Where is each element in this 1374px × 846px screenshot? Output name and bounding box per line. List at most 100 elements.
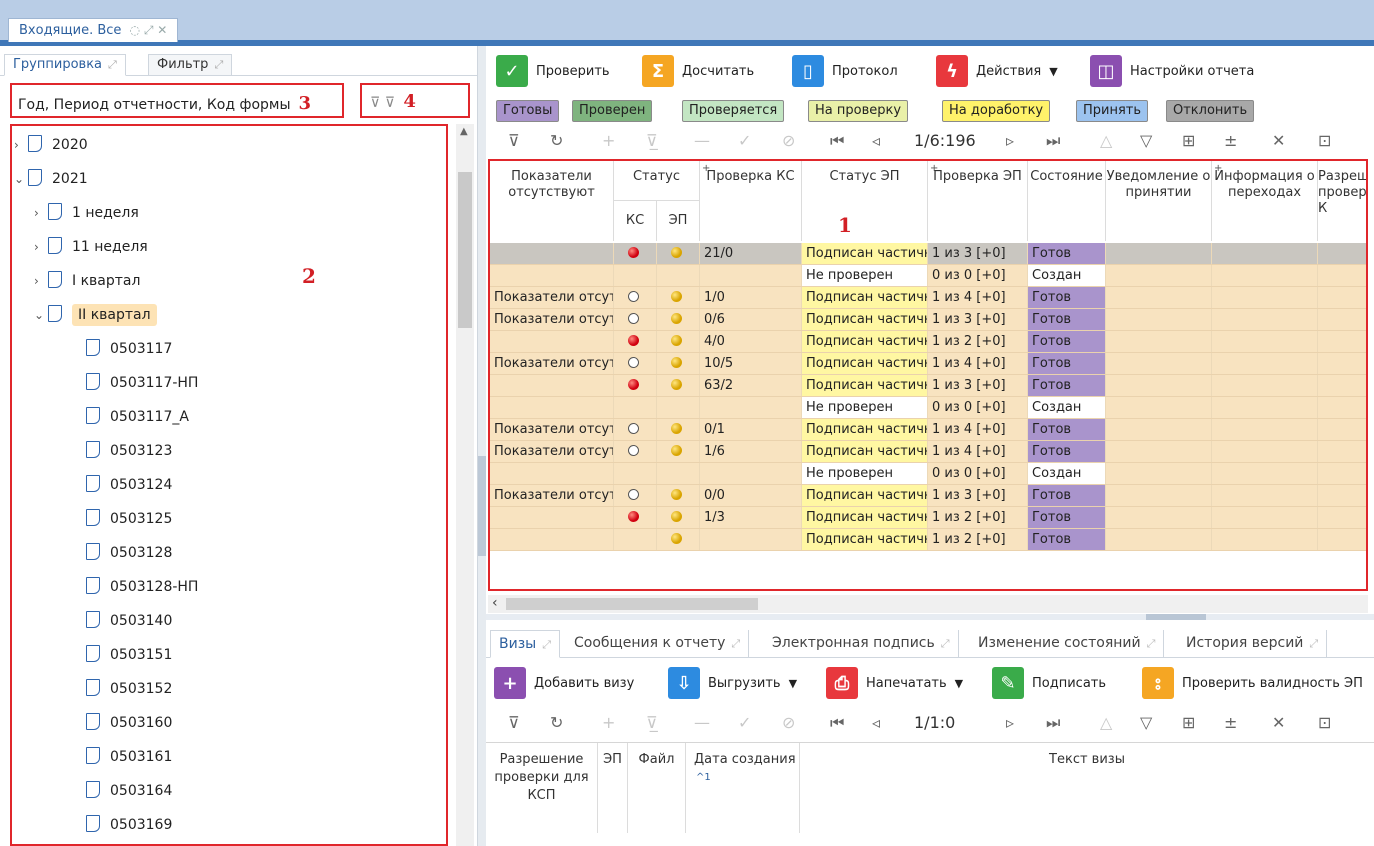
- tab-grouping[interactable]: Группировка ⤢: [4, 54, 126, 76]
- table-row[interactable]: Не проверен 0 из 0 [+0] Создан: [490, 397, 1366, 419]
- scrollbar-thumb[interactable]: [506, 598, 758, 610]
- close-icon[interactable]: ✕: [1272, 131, 1285, 150]
- table-row[interactable]: Показатели отсутствуют 0/6Подписан частич…: [490, 309, 1366, 331]
- add-icon[interactable]: +: [930, 161, 938, 177]
- table-row[interactable]: Показатели отсутствуют 1/6Подписан частич…: [490, 441, 1366, 463]
- tree-node[interactable]: 0503161: [72, 740, 172, 774]
- tree-node[interactable]: 0503117-НП: [72, 366, 198, 400]
- sort-up-icon[interactable]: △: [1100, 713, 1112, 732]
- tree-node[interactable]: 0503152: [72, 672, 172, 706]
- tree-node[interactable]: 0503117_А: [72, 400, 189, 434]
- tree-node[interactable]: › I квартал: [34, 264, 140, 298]
- tree-node[interactable]: › 11 неделя: [34, 230, 148, 264]
- tab-0[interactable]: Визы ⤢: [490, 630, 561, 658]
- col-header-ks[interactable]: КС: [614, 201, 657, 241]
- col-header-visa-ep[interactable]: ЭП: [598, 743, 628, 833]
- add-icon[interactable]: +: [602, 131, 615, 150]
- cancel-icon[interactable]: ⊘: [782, 131, 795, 150]
- tree-node[interactable]: 0503128-НП: [72, 570, 198, 604]
- refresh-icon[interactable]: ↻: [550, 131, 563, 150]
- tree-node[interactable]: 0503125: [72, 502, 172, 536]
- chevron-right-icon[interactable]: ›: [34, 230, 48, 264]
- filter-clear-icon[interactable]: ⊽̲: [646, 713, 658, 732]
- plus-minus-icon[interactable]: ±: [1224, 131, 1237, 150]
- col-header-visa-text[interactable]: Текст визы: [800, 743, 1374, 833]
- grid-layout-icon[interactable]: ⊞: [1182, 131, 1195, 150]
- first-page-icon[interactable]: ⏮: [830, 131, 844, 151]
- tree-node[interactable]: 0503160: [72, 706, 172, 740]
- table-row[interactable]: Не проверен 0 из 0 [+0] Создан: [490, 463, 1366, 485]
- grouping-field[interactable]: Год, Период отчетности, Код формы 3: [10, 83, 344, 118]
- toolbar-button-0[interactable]: ✓ Проверить: [496, 54, 610, 88]
- expand-icon[interactable]: ⤢: [1147, 637, 1156, 650]
- add-icon[interactable]: +: [702, 161, 710, 177]
- chevron-down-icon[interactable]: ⌄: [14, 162, 28, 196]
- tab-1[interactable]: Сообщения к отчету ⤢: [566, 630, 750, 658]
- filter-clear-icon[interactable]: ⊽̲: [646, 131, 658, 150]
- col-header-info[interactable]: + Информация о переходах: [1212, 161, 1318, 241]
- col-header-visa-created[interactable]: Дата создания ^1: [686, 743, 800, 833]
- next-page-icon[interactable]: ▹: [1006, 131, 1014, 150]
- splitter-grip[interactable]: [1146, 614, 1206, 620]
- expand-icon[interactable]: ⤢: [542, 638, 551, 651]
- splitter-grip[interactable]: [478, 456, 486, 556]
- chevron-right-icon[interactable]: ›: [14, 128, 28, 162]
- export-icon[interactable]: ⊡: [1318, 131, 1331, 150]
- table-row[interactable]: 1/3 Подписан частично 1 из 2 [+0] Готов: [490, 507, 1366, 529]
- tree-node[interactable]: 0503164: [72, 774, 172, 808]
- status-button-0[interactable]: Готовы: [496, 100, 560, 122]
- grid-horizontal-scrollbar[interactable]: ‹: [488, 595, 1368, 613]
- tree-node[interactable]: 0503128: [72, 536, 172, 570]
- col-header-ep[interactable]: ЭП: [657, 201, 700, 241]
- toolbar-button-2[interactable]: ▯ Протокол: [792, 54, 898, 88]
- expand-icon[interactable]: ⤢: [108, 58, 117, 71]
- status-button-1[interactable]: Проверен: [572, 100, 653, 122]
- table-row[interactable]: 21/0 Подписан частично 1 из 3 [+0] Готов: [490, 243, 1366, 265]
- tree-node[interactable]: › 2020: [14, 128, 88, 162]
- chevron-right-icon[interactable]: ›: [34, 264, 48, 298]
- col-header-state[interactable]: Состояние: [1028, 161, 1106, 241]
- sort-down-icon[interactable]: ▽: [1140, 131, 1152, 150]
- table-row[interactable]: 4/0 Подписан частично 1 из 2 [+0] Готов: [490, 331, 1366, 353]
- prev-page-icon[interactable]: ◃: [872, 713, 880, 732]
- tree-node[interactable]: › 1 неделя: [34, 196, 139, 230]
- next-page-icon[interactable]: ▹: [1006, 713, 1014, 732]
- expand-icon[interactable]: ⤢: [941, 637, 950, 650]
- col-header-visa-file[interactable]: Файл: [628, 743, 686, 833]
- col-header-visa-perm[interactable]: Разрешение проверки для КСП: [486, 743, 598, 833]
- tab-2[interactable]: Электронная подпись ⤢: [764, 630, 959, 658]
- chevron-down-icon[interactable]: ⌄: [34, 298, 48, 332]
- refresh-icon[interactable]: ↻: [550, 713, 563, 732]
- last-page-icon[interactable]: ⏭: [1046, 131, 1060, 151]
- toolbar-button-3[interactable]: ϟ Действия ▼: [936, 54, 1058, 88]
- table-row[interactable]: 63/2 Подписан частично 1 из 3 [+0] Готов: [490, 375, 1366, 397]
- filter-icon[interactable]: ⊽ ⊽: [370, 95, 395, 111]
- tree-node[interactable]: ⌄ II квартал: [34, 298, 157, 332]
- prev-page-icon[interactable]: ◃: [872, 131, 880, 150]
- status-button-2[interactable]: Проверяется: [682, 100, 785, 122]
- remove-icon[interactable]: —: [694, 131, 710, 150]
- add-icon[interactable]: +: [602, 713, 615, 732]
- tree-node[interactable]: 0503117: [72, 332, 172, 366]
- cancel-icon[interactable]: ⊘: [782, 713, 795, 732]
- first-page-icon[interactable]: ⏮: [830, 713, 844, 733]
- tree-node[interactable]: 0503151: [72, 638, 172, 672]
- dropdown-arrow-icon[interactable]: ▼: [955, 677, 963, 690]
- status-button-4[interactable]: На доработку: [942, 100, 1051, 122]
- confirm-icon[interactable]: ✓: [738, 131, 751, 150]
- expand-icon[interactable]: ⤢: [731, 637, 740, 650]
- visa-toolbar-button-4[interactable]: ⦂ Проверить валидность ЭП: [1142, 666, 1363, 700]
- tree-node[interactable]: 0503169: [72, 808, 172, 842]
- dropdown-arrow-icon[interactable]: ▼: [789, 677, 797, 690]
- scroll-up-icon[interactable]: ▲: [460, 126, 468, 137]
- status-button-3[interactable]: На проверку: [808, 100, 909, 122]
- panel-splitter[interactable]: [478, 46, 486, 846]
- visa-toolbar-button-3[interactable]: ✎ Подписать: [992, 666, 1106, 700]
- tree-scrollbar[interactable]: ▲: [456, 124, 474, 846]
- scrollbar-thumb[interactable]: [458, 172, 472, 328]
- col-header-status[interactable]: Статус: [614, 161, 700, 201]
- tab-3[interactable]: Изменение состояний ⤢: [970, 630, 1165, 658]
- table-row[interactable]: Показатели отсутствуют 0/0Подписан частич…: [490, 485, 1366, 507]
- expand-icon[interactable]: ⤢: [214, 58, 223, 71]
- col-header-ep-status[interactable]: Статус ЭП: [802, 161, 928, 241]
